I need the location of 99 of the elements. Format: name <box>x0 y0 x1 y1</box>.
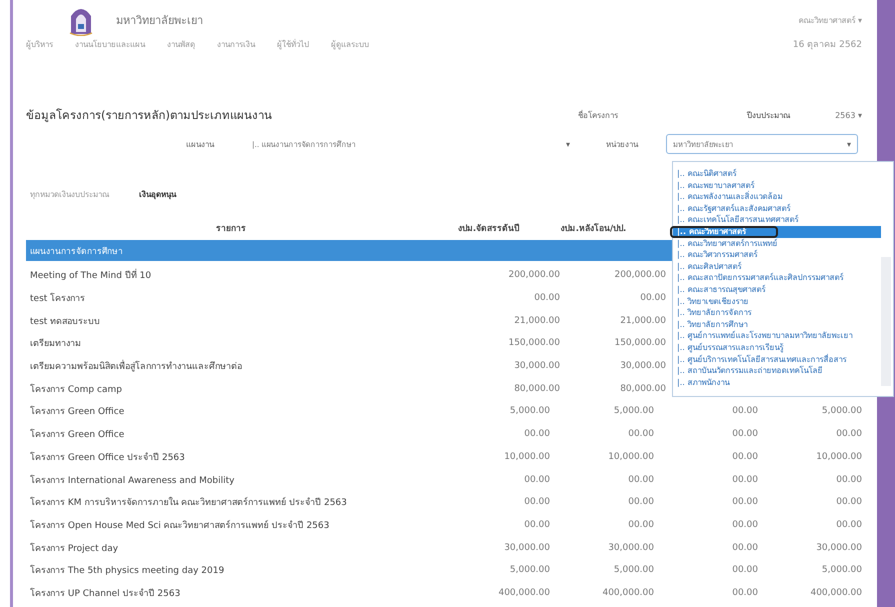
table-cell-text: 21,000.00 <box>513 316 560 326</box>
dropdown-option[interactable]: |.. คณะรัฐศาสตร์และสังคมศาสตร์ <box>673 202 881 214</box>
column-header: งปม.จัดสรรต้นปี <box>456 222 520 235</box>
table-cell: Meeting of The Mind ปีที่ 10 <box>26 268 454 282</box>
dropdown-option[interactable]: |.. คณะสถาปัตยกรรมศาสตร์และศิลปกรรมศาสตร์ <box>673 272 881 284</box>
table-cell-text: 150,000.00 <box>507 338 560 348</box>
table-cell-text: 00.00 <box>523 520 550 530</box>
dropdown-option[interactable]: |.. ศูนย์บริการเทคโนโลยีสารสนเทศและการสื่อสาร <box>673 354 881 366</box>
table-cell-text: โครงการ Green Office ประจำปี 2563 <box>29 450 186 464</box>
dropdown-option[interactable]: |.. ศูนย์บรรณสารและการเรียนรู้ <box>673 342 881 354</box>
table-cell-text: 00.00 <box>627 520 654 530</box>
table-cell-text: 5,000.00 <box>508 406 550 416</box>
nav-link[interactable]: ผู้บริหาร <box>26 38 53 50</box>
table-cell-text: 30,000.00 <box>503 542 550 553</box>
table-cell-text: โครงการ International Awareness and Mobility <box>29 474 236 487</box>
dropdown-option[interactable]: |.. สถาบันนวัตกรรมและถ่ายทอดเทคโนโลยี <box>673 365 881 377</box>
nav-link[interactable]: งานนโยบายและแผน <box>75 38 145 50</box>
date-text: 16 ตุลาคม 2562 <box>792 39 862 51</box>
table-cell-text: โครงการ Green Office <box>29 428 126 442</box>
table-cell-text: เตรียมทางาม <box>29 338 82 350</box>
table-cell-text: 00.00 <box>835 520 862 530</box>
table-cell-text: 00.00 <box>731 542 758 553</box>
table-cell-text: 10,000.00 <box>503 452 550 462</box>
table-cell-text: 5,000.00 <box>612 565 654 576</box>
table-cell-text: โครงการ Green Office <box>29 404 126 418</box>
table-cell-text: test โครงการ <box>29 292 86 306</box>
table-cell-text: 00.00 <box>731 520 758 530</box>
table-cell-text: โครงการ KM การบริหารจัดการภายใน คณะวิทยาศาสตร์การแพทย์ ประจำปี 2563 <box>29 496 348 510</box>
table-cell-text: 00.00 <box>731 429 758 440</box>
table-cell-text: 400,000.00 <box>601 588 654 598</box>
table-cell-text: 10,000.00 <box>815 452 862 462</box>
table-cell-text: โครงการ The 5th physics meeting day 2019 <box>29 564 226 578</box>
table-cell-text: 00.00 <box>835 429 862 440</box>
table-cell-text: 00.00 <box>835 474 862 485</box>
dropdown-option[interactable]: |.. คณะเทคโนโลยีสารสนเทศศาสตร์ <box>673 214 881 226</box>
dropdown-option[interactable]: |.. ศูนย์การแพทย์และโรงพยาบาลมหาวิทยาลัยพะเยา <box>673 330 881 342</box>
field-label: ปีงบประมาณ <box>747 110 790 122</box>
table-cell-text: โครงการ UP Channel ประจำปี 2563 <box>29 586 182 600</box>
table-cell-text: โครงการ Project day <box>29 542 120 555</box>
table-cell-text: 200,000.00 <box>507 270 560 280</box>
table-cell-text: 21,000.00 <box>619 316 666 326</box>
nav-link[interactable]: งานพัสดุ <box>167 38 195 50</box>
tab[interactable]: เงินอุดหนุน <box>139 188 176 200</box>
table-cell-text: 00.00 <box>533 293 560 304</box>
table-cell-text: 80,000.00 <box>619 384 666 394</box>
table-cell-text: test ทดสอบระบบ <box>29 316 102 328</box>
field-label: แผนงาน <box>186 138 216 150</box>
nav-link[interactable]: งานการเงิน <box>217 38 255 50</box>
table-cell-text: 00.00 <box>731 565 758 576</box>
nav-link[interactable]: ผู้ดูแลระบบ <box>331 38 369 50</box>
dropdown-option[interactable]: |.. สภาพนักงาน <box>673 376 881 388</box>
table-cell-text: 10,000.00 <box>607 452 654 462</box>
dropdown-option[interactable]: |.. คณะสาธารณสุขศาสตร์ <box>673 284 881 296</box>
nav-link[interactable]: ผู้ใช้ทั่วไป <box>277 38 309 50</box>
column-header: งปม.หลังโอน/ปป. <box>560 222 628 235</box>
table-cell-text: 400,000.00 <box>497 588 550 598</box>
table-cell-text: 400,000.00 <box>809 588 862 598</box>
table-cell-text: 00.00 <box>627 474 654 485</box>
column-header: รายการ <box>215 223 247 235</box>
table-cell-text: 30,000.00 <box>607 542 654 553</box>
table-cell-text: 00.00 <box>731 497 758 508</box>
table-cell-text: 00.00 <box>731 406 758 416</box>
table-cell-text: 00.00 <box>835 497 862 508</box>
table-cell-text: 30,000.00 <box>815 542 862 553</box>
table-cell-text: 80,000.00 <box>513 384 560 394</box>
field-label: ชื่อโครงการ <box>578 109 618 122</box>
table-cell-text: 00.00 <box>627 429 654 440</box>
year-select[interactable]: 2563 ▾ <box>800 110 862 120</box>
table-cell-text: 150,000.00 <box>613 338 666 348</box>
table-cell-text: 5,000.00 <box>508 565 550 576</box>
tab[interactable]: ทุกหมวดเงินงบประมาณ <box>30 188 109 200</box>
table-cell-text: 5,000.00 <box>612 406 654 416</box>
field-label: หน่วยงาน <box>606 138 640 150</box>
table-cell-text: 00.00 <box>523 497 550 508</box>
table-cell: เตรียมความพร้อมนิสิตเพื่อสู่โลกการทำงานและศึกษาต่อ <box>26 359 454 374</box>
dropdown-option[interactable]: |.. วิทยาลัยการศึกษา <box>673 318 881 330</box>
table-cell-text: 200,000.00 <box>613 270 666 280</box>
table-cell-text: 00.00 <box>731 474 758 485</box>
table-cell-text: 5,000.00 <box>820 565 862 576</box>
table-cell-text: 30,000.00 <box>513 361 560 372</box>
site-title[interactable]: มหาวิทยาลัยพะเยา <box>116 11 203 29</box>
dropdown-option[interactable]: |.. คณะพลังงานและสิ่งแวดล้อม <box>673 191 881 203</box>
user-menu[interactable]: คณะวิทยาศาสตร์ ▾ <box>798 14 862 26</box>
table-cell-text: โครงการ Comp camp <box>29 382 123 396</box>
dropdown-option[interactable]: |.. วิทยาลัยการจัดการ <box>673 307 881 319</box>
table-cell-text: โครงการ Open House Med Sci คณะวิทยาศาสตร์การแพทย์ ประจำปี 2563 <box>29 518 330 532</box>
table-cell-text: 00.00 <box>731 588 758 598</box>
table-cell-text: 00.00 <box>523 429 550 440</box>
table-cell-text: 00.00 <box>523 474 550 485</box>
table-cell-text: 5,000.00 <box>820 406 862 416</box>
dropdown-option[interactable]: |.. วิทยาเขตเชียงราย <box>673 296 881 308</box>
dropdown-option[interactable]: |.. คณะนิติศาสตร์ <box>673 168 881 180</box>
dropdown-option[interactable]: |.. คณะศิลปศาสตร์ <box>673 260 881 272</box>
table-cell-text: 30,000.00 <box>619 361 666 372</box>
page-title: ข้อมูลโครงการ(รายการหลัก)ตามประเภทแผนงาน <box>26 107 272 124</box>
dropdown-option[interactable]: |.. คณะพยาบาลศาสตร์ <box>673 180 881 192</box>
table-cell-text: 00.00 <box>627 497 654 508</box>
table-cell-text: 00.00 <box>731 452 758 462</box>
table-cell-text: 00.00 <box>639 293 666 304</box>
